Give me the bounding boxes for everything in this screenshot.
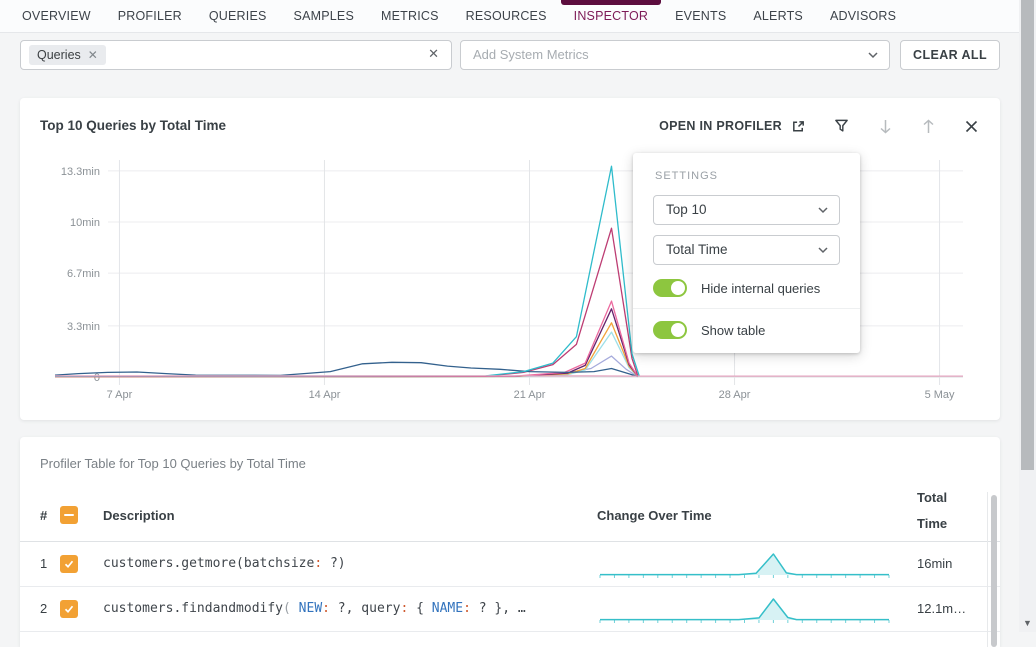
- external-link-icon: [791, 119, 806, 134]
- tab-samples[interactable]: SAMPLES: [294, 9, 354, 23]
- page-scrollbar[interactable]: ▼: [1019, 0, 1036, 632]
- checkmark-icon: [63, 603, 75, 615]
- svg-text:21 Apr: 21 Apr: [514, 389, 546, 401]
- table-row[interactable]: 1 customers.getmore(batchsize: ?) 16min: [20, 542, 1000, 587]
- change-over-time-sparkline: [598, 550, 891, 580]
- chart-filter-button[interactable]: [834, 118, 849, 134]
- tab-advisors[interactable]: ADVISORS: [830, 9, 896, 23]
- column-total-time: Total Time: [917, 485, 959, 537]
- chevron-down-icon: [817, 244, 829, 256]
- column-change-over-time: Change Over Time: [597, 508, 712, 523]
- tab-profiler[interactable]: PROFILER: [118, 9, 182, 23]
- tab-alerts[interactable]: ALERTS: [753, 9, 803, 23]
- tab-inspector-label: INSPECTOR: [574, 9, 649, 23]
- clear-all-button[interactable]: CLEAR ALL: [900, 40, 1000, 70]
- query-description: customers.findandmodify( NEW: ?, query: …: [103, 601, 526, 616]
- chevron-down-icon: [817, 204, 829, 216]
- row-rank: 2: [40, 601, 47, 616]
- chip-close-icon[interactable]: ✕: [88, 48, 98, 62]
- settings-heading: SETTINGS: [655, 170, 718, 182]
- svg-text:10min: 10min: [70, 217, 100, 229]
- row-checkbox[interactable]: [60, 555, 78, 573]
- query-description: customers.getmore(batchsize: ?): [103, 556, 346, 571]
- select-all-checkbox[interactable]: [60, 506, 78, 524]
- close-icon: [965, 120, 978, 133]
- queries-filter-input[interactable]: Queries ✕ ✕: [20, 40, 452, 70]
- top-n-select[interactable]: Top 10: [653, 195, 840, 225]
- chevron-down-icon: [867, 49, 879, 61]
- column-rank: #: [40, 508, 47, 523]
- change-over-time-sparkline: [598, 595, 891, 625]
- svg-text:28 Apr: 28 Apr: [719, 389, 751, 401]
- filter-funnel-icon: [834, 118, 849, 134]
- filter-chip-queries[interactable]: Queries ✕: [29, 45, 106, 65]
- svg-text:7 Apr: 7 Apr: [107, 389, 133, 401]
- metric-select[interactable]: Total Time: [653, 235, 840, 265]
- tab-overview[interactable]: OVERVIEW: [22, 9, 91, 23]
- svg-text:6.7min: 6.7min: [67, 268, 100, 280]
- svg-text:14 Apr: 14 Apr: [309, 389, 341, 401]
- indeterminate-minus-icon: [64, 514, 74, 516]
- toggle-knob: [671, 281, 685, 295]
- toggle-switch-on[interactable]: [653, 279, 687, 297]
- toggle-label: Hide internal queries: [701, 281, 820, 296]
- svg-text:13.3min: 13.3min: [61, 166, 100, 178]
- active-tab-indicator: [561, 0, 662, 5]
- svg-text:3.3min: 3.3min: [67, 321, 100, 333]
- scroll-down-icon[interactable]: ▼: [1023, 618, 1032, 628]
- filter-chip-label: Queries: [37, 48, 81, 62]
- move-chart-down-button[interactable]: [879, 119, 892, 134]
- chart-actions: OPEN IN PROFILER: [659, 118, 978, 134]
- close-chart-button[interactable]: [965, 120, 978, 133]
- toggle-switch-on[interactable]: [653, 321, 687, 339]
- move-chart-up-button[interactable]: [922, 119, 935, 134]
- profiler-table-card: Profiler Table for Top 10 Queries by Tot…: [20, 437, 1000, 647]
- column-description: Description: [103, 508, 175, 523]
- add-system-metrics-select[interactable]: Add System Metrics: [460, 40, 890, 70]
- top-nav: OVERVIEW PROFILER QUERIES SAMPLES METRIC…: [0, 0, 1019, 33]
- table-row[interactable]: 2 customers.findandmodify( NEW: ?, query…: [20, 587, 1000, 632]
- toggle-label: Show table: [701, 323, 765, 338]
- top-n-select-value: Top 10: [666, 196, 707, 224]
- show-table-toggle[interactable]: Show table: [653, 311, 850, 349]
- tab-events[interactable]: EVENTS: [675, 9, 726, 23]
- open-in-profiler-label: OPEN IN PROFILER: [659, 119, 782, 133]
- arrow-down-icon: [879, 119, 892, 134]
- tab-metrics[interactable]: METRICS: [381, 9, 439, 23]
- table-scrollbar-thumb[interactable]: [991, 495, 997, 647]
- total-time-value: 16min: [917, 556, 952, 571]
- profiler-table-title: Profiler Table for Top 10 Queries by Tot…: [40, 456, 306, 471]
- svg-text:0: 0: [94, 372, 100, 384]
- chart-settings-popup: SETTINGS Top 10 Total Time Hide internal…: [633, 153, 860, 353]
- metric-select-value: Total Time: [666, 236, 728, 264]
- total-time-value: 12.1m…: [917, 601, 966, 616]
- arrow-up-icon: [922, 119, 935, 134]
- chart-title: Top 10 Queries by Total Time: [40, 118, 226, 133]
- toggle-knob: [671, 323, 685, 337]
- page-scrollbar-thumb[interactable]: [1021, 0, 1034, 470]
- tab-inspector[interactable]: INSPECTOR: [574, 9, 649, 23]
- hide-internal-queries-toggle[interactable]: Hide internal queries: [653, 269, 850, 307]
- row-rank: 1: [40, 556, 47, 571]
- row-checkbox[interactable]: [60, 600, 78, 618]
- tab-resources[interactable]: RESOURCES: [466, 9, 547, 23]
- open-in-profiler-button[interactable]: OPEN IN PROFILER: [659, 119, 806, 134]
- clear-input-icon[interactable]: ✕: [428, 46, 439, 62]
- checkmark-icon: [63, 558, 75, 570]
- metrics-placeholder: Add System Metrics: [473, 41, 589, 69]
- svg-text:5 May: 5 May: [925, 389, 955, 401]
- tab-queries[interactable]: QUERIES: [209, 9, 267, 23]
- popup-divider: [633, 308, 860, 309]
- table-header-row: # Description Change Over Time Total Tim…: [20, 492, 1000, 542]
- table-scrollbar-track: [987, 492, 988, 647]
